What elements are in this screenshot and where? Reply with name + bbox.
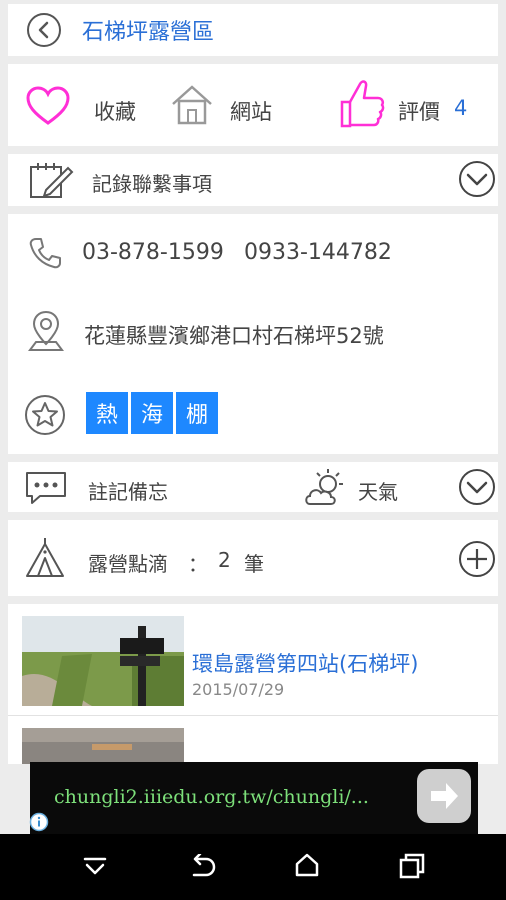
recent-apps-icon[interactable] [398,852,426,880]
weather-icon[interactable] [302,466,350,508]
ad-url[interactable]: chungli2.iiiedu.org.tw/chungli/... [54,786,369,808]
feature-tag: 熱 [86,392,128,434]
info-icon[interactable] [29,812,49,832]
location-pin-icon [28,310,64,351]
contact-note-row[interactable]: 記錄聯繫事項 [8,154,498,206]
post-list: 環島露營第四站(石梯坪) 2015/07/29 [8,604,498,764]
comment-icon[interactable] [24,470,68,506]
memo-label[interactable]: 註記備忘 [88,476,168,505]
tent-icon [26,538,64,577]
header-bar: 石梯坪露營區 [8,4,498,56]
home-nav-icon[interactable] [294,852,320,878]
ad-banner[interactable]: chungli2.iiiedu.org.tw/chungli/... [30,762,478,834]
chevron-down-icon[interactable] [458,468,496,506]
info-card: 03-878-1599 0933-144782 花蓮縣豐濱鄉港口村石梯坪52號 [8,214,498,454]
arrow-right-icon[interactable] [416,768,472,824]
website-label[interactable]: 網站 [230,96,272,126]
add-icon[interactable] [458,540,496,578]
home-icon[interactable] [170,84,214,126]
notes-row: 註記備忘 天氣 [8,462,498,512]
page-title: 石梯坪露營區 [82,20,215,45]
phone-icon [29,238,61,269]
back-icon[interactable] [188,854,216,880]
feature-tag: 棚 [176,392,218,434]
chevron-down-icon[interactable] [458,160,496,198]
camp-records-label: 露營點滴 [88,552,168,576]
thumbs-up-icon[interactable] [338,78,386,130]
list-item[interactable]: 環島露營第四站(石梯坪) 2015/07/29 [8,604,498,716]
feature-tag: 海 [131,392,173,434]
camp-records-row: 露營點滴 ： 2 筆 [8,520,498,596]
camp-records-sep: ： [188,552,208,576]
camp-records-count: 2 [218,548,231,572]
hide-keyboard-icon[interactable] [82,856,108,878]
star-icon [25,395,65,435]
post-date: 2015/07/29 [192,680,285,699]
post-thumbnail[interactable] [22,728,184,764]
rating-count: 4 [454,96,468,120]
heart-icon[interactable] [26,86,70,126]
phone-primary[interactable]: 03-878-1599 [82,240,224,265]
favorite-label[interactable]: 收藏 [94,96,136,126]
camp-records-unit: 筆 [244,552,264,576]
contact-note-label: 記錄聯繫事項 [92,172,212,196]
action-bar: 收藏 網站 評價 4 [8,64,498,146]
phone-secondary[interactable]: 0933-144782 [244,240,392,265]
rating-label[interactable]: 評價 [398,96,440,126]
post-thumbnail[interactable] [22,616,184,706]
back-arrow-icon[interactable] [26,12,62,48]
note-edit-icon [30,163,74,198]
system-nav-bar [0,834,506,900]
weather-label[interactable]: 天氣 [358,476,398,505]
address-text[interactable]: 花蓮縣豐濱鄉港口村石梯坪52號 [84,320,384,350]
post-title[interactable]: 環島露營第四站(石梯坪) [192,648,418,678]
